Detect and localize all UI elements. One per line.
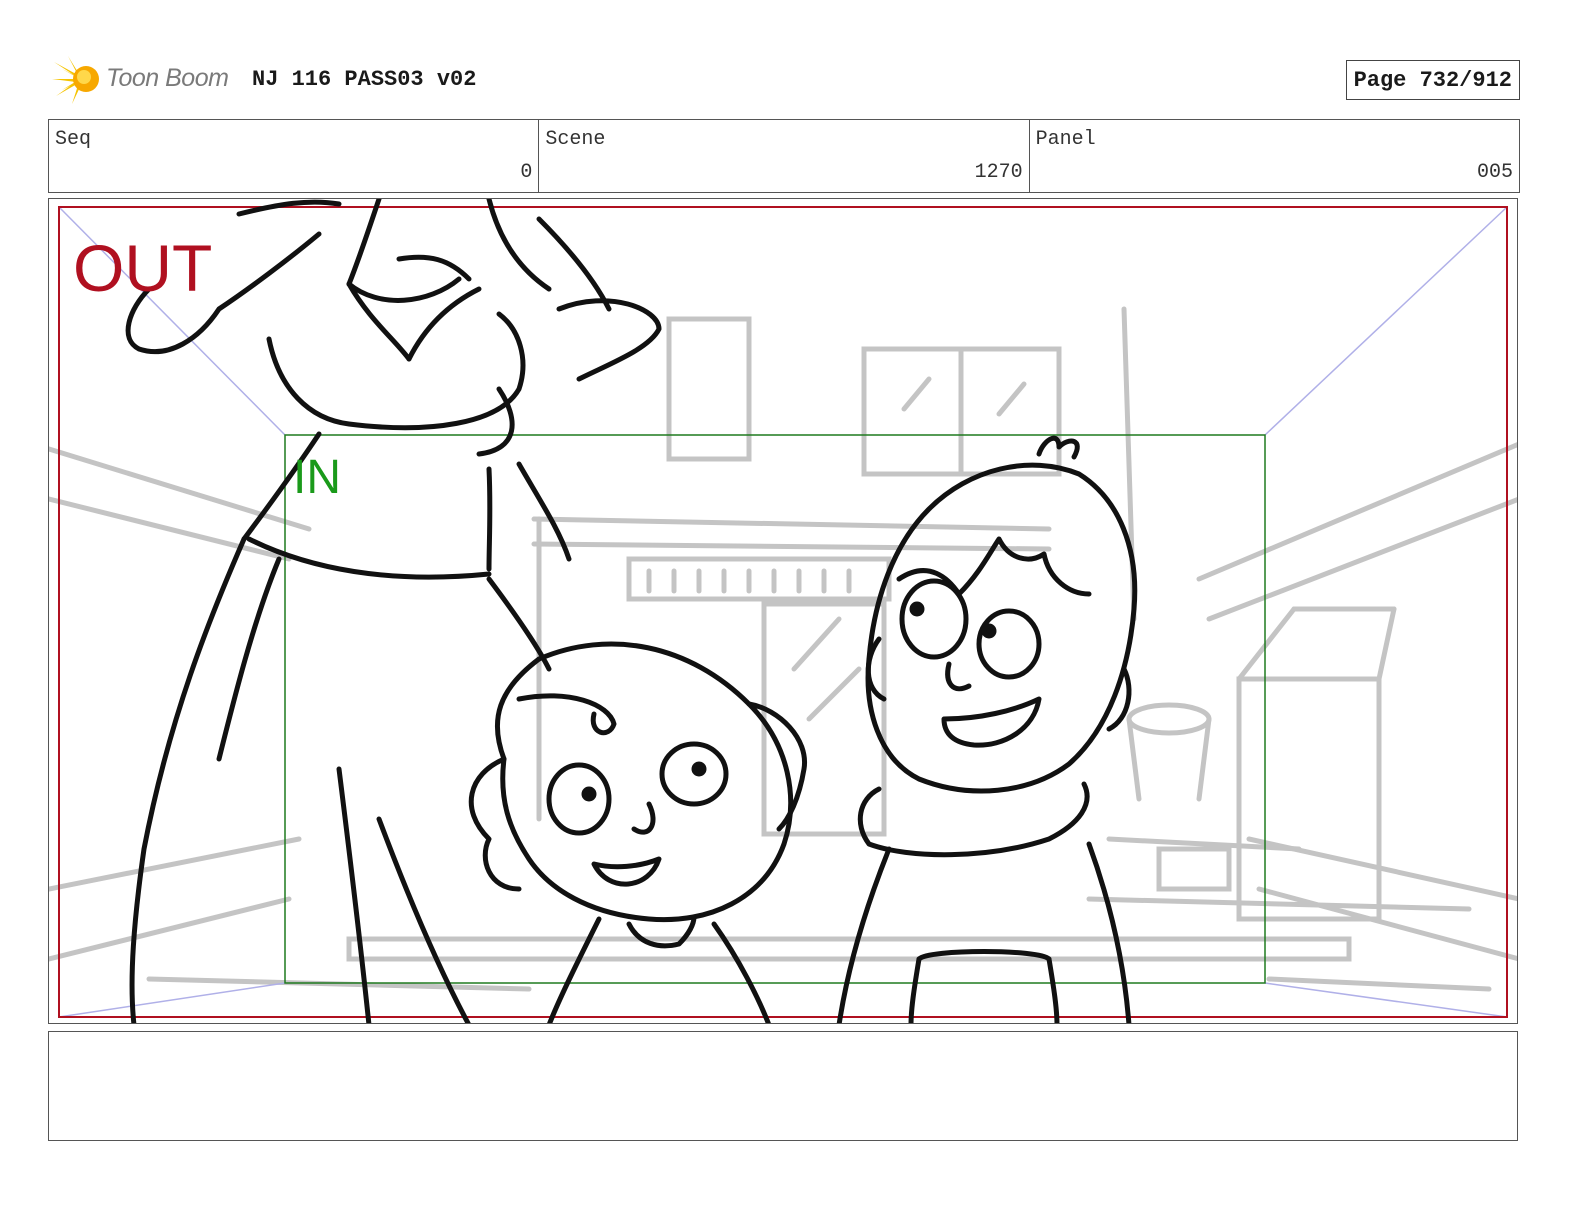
toon-boom-logo: Toon Boom	[50, 52, 240, 106]
panel-info-table: Seq 0 Scene 1270 Panel 005	[48, 119, 1520, 193]
starburst-icon	[52, 56, 99, 104]
seq-cell: Seq 0	[49, 120, 540, 192]
document-title: NJ 116 PASS03 v02	[252, 67, 477, 92]
storyboard-panel: OUT IN	[48, 198, 1518, 1024]
panel-cell: Panel 005	[1030, 120, 1519, 192]
storyboard-drawing: OUT IN	[49, 199, 1517, 1023]
page-number-box: Page 732/912	[1345, 60, 1520, 100]
panel-label: Panel	[1035, 128, 1096, 151]
seq-value: 0	[520, 161, 533, 184]
scene-label: Scene	[545, 128, 606, 151]
page-header: Toon Boom NJ 116 PASS03 v02 Page 732/912	[48, 52, 1520, 108]
background-sketch	[49, 306, 1517, 992]
logo-text: Toon Boom	[106, 64, 229, 92]
seq-label: Seq	[55, 128, 92, 151]
in-label: IN	[293, 451, 341, 504]
scene-cell: Scene 1270	[539, 120, 1030, 192]
panel-value: 005	[1476, 161, 1513, 184]
out-label: OUT	[73, 231, 212, 305]
scene-value: 1270	[974, 161, 1023, 184]
panel-notes-box[interactable]	[48, 1031, 1518, 1141]
